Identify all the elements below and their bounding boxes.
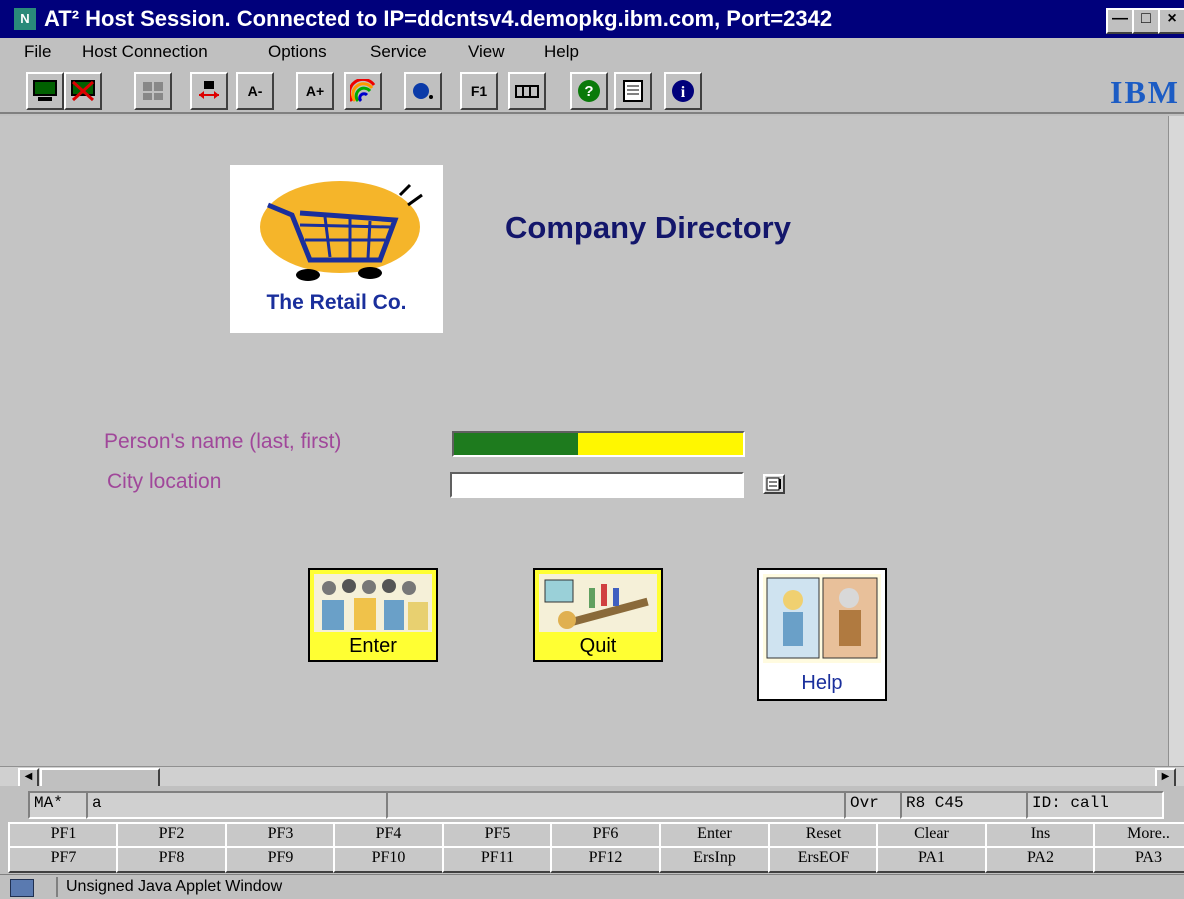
- pf9-button[interactable]: PF9: [225, 846, 336, 873]
- title-bar: N AT² Host Session. Connected to IP=ddcn…: [0, 0, 1184, 38]
- city-field[interactable]: [450, 472, 744, 498]
- app-icon: N: [14, 8, 36, 30]
- pf5-button[interactable]: PF5: [442, 822, 553, 849]
- pf4-button[interactable]: PF4: [333, 822, 444, 849]
- maximize-button[interactable]: □: [1132, 8, 1160, 34]
- info-icon[interactable]: i: [664, 72, 702, 110]
- menu-view[interactable]: View: [468, 42, 505, 62]
- retail-logo: The Retail Co.: [230, 165, 443, 333]
- enter-button[interactable]: Enter: [308, 568, 438, 662]
- ibm-logo: IBM: [1110, 74, 1180, 110]
- city-label: City location: [107, 470, 222, 493]
- pf8-button[interactable]: PF8: [116, 846, 227, 873]
- enter-button-label: Enter: [349, 635, 397, 657]
- menu-host-connection[interactable]: Host Connection: [82, 42, 208, 62]
- connect-icon[interactable]: [26, 72, 64, 110]
- pa3-button[interactable]: PA3: [1093, 846, 1184, 873]
- status-cursor: R8 C45: [900, 791, 1028, 819]
- name-field[interactable]: [452, 431, 745, 457]
- pf11-button[interactable]: PF11: [442, 846, 553, 873]
- status-bar: MA* a Ovr R8 C45 ID: call: [0, 786, 1184, 819]
- pf-key-panel: PF1 PF2 PF3 PF4 PF5 PF6 Enter Reset Clea…: [8, 822, 1184, 873]
- prompt-list-icon[interactable]: [763, 474, 785, 494]
- page-title: Company Directory: [505, 210, 791, 245]
- help-button-label: Help: [801, 672, 843, 694]
- name-label: Person's name (last, first): [104, 430, 342, 453]
- color-rainbow-icon[interactable]: [344, 72, 382, 110]
- menu-bar: File Host Connection Options Service Vie…: [0, 38, 1184, 66]
- name-field-filled: [454, 433, 579, 455]
- svg-text:i: i: [681, 84, 686, 101]
- window-title: AT² Host Session. Connected to IP=ddcnts…: [44, 6, 833, 31]
- pa1-button[interactable]: PA1: [876, 846, 987, 873]
- disconnect-icon[interactable]: [64, 72, 102, 110]
- function-key-button[interactable]: F1: [460, 72, 498, 110]
- erase-eof-button[interactable]: ErsEOF: [768, 846, 879, 873]
- pa2-button[interactable]: PA2: [985, 846, 1096, 873]
- status-message: [386, 791, 850, 819]
- font-larger-button[interactable]: A+: [296, 72, 334, 110]
- quit-image: [539, 574, 657, 632]
- pf7-button[interactable]: PF7: [8, 846, 119, 873]
- applet-divider: [56, 877, 58, 897]
- help-button[interactable]: Help: [757, 568, 887, 701]
- transfer-icon[interactable]: [190, 72, 228, 110]
- status-overwrite: Ovr: [844, 791, 908, 819]
- applet-warning-text: Unsigned Java Applet Window: [66, 878, 283, 895]
- pf12-button[interactable]: PF12: [550, 846, 661, 873]
- enter-key-button[interactable]: Enter: [659, 822, 770, 849]
- status-id: ID: call: [1026, 791, 1164, 819]
- pf3-button[interactable]: PF3: [225, 822, 336, 849]
- vertical-scrollbar[interactable]: [1168, 116, 1184, 766]
- logo-text: The Retail Co.: [266, 291, 407, 314]
- minimize-button[interactable]: —: [1106, 8, 1134, 34]
- close-button[interactable]: ×: [1158, 8, 1184, 34]
- clear-button[interactable]: Clear: [876, 822, 987, 849]
- menu-file[interactable]: File: [24, 42, 51, 62]
- pf2-button[interactable]: PF2: [116, 822, 227, 849]
- help-image: [763, 574, 881, 663]
- applet-key-icon: [10, 879, 34, 897]
- ins-button[interactable]: Ins: [985, 822, 1096, 849]
- crowd-image: [314, 574, 432, 632]
- status-mode: MA*: [28, 791, 94, 819]
- menu-options[interactable]: Options: [268, 42, 327, 62]
- pf1-button[interactable]: PF1: [8, 822, 119, 849]
- shopping-cart-icon: [260, 181, 423, 281]
- font-smaller-button[interactable]: A-: [236, 72, 274, 110]
- quit-button-label: Quit: [579, 635, 617, 657]
- more-button[interactable]: More..: [1093, 822, 1184, 849]
- quit-button[interactable]: Quit: [533, 568, 663, 662]
- horizontal-scrollbar[interactable]: ◀ ▶: [0, 766, 1184, 789]
- pf10-button[interactable]: PF10: [333, 846, 444, 873]
- reset-button[interactable]: Reset: [768, 822, 879, 849]
- status-input: a: [86, 791, 392, 819]
- copy-icon[interactable]: [134, 72, 172, 110]
- toolbar: A- A+ F1 ? i IBM: [0, 66, 1184, 114]
- help-icon[interactable]: ?: [570, 72, 608, 110]
- menu-help[interactable]: Help: [544, 42, 579, 62]
- pf6-button[interactable]: PF6: [550, 822, 661, 849]
- menu-service[interactable]: Service: [370, 42, 427, 62]
- document-icon[interactable]: [614, 72, 652, 110]
- applet-warning-bar: Unsigned Java Applet Window: [0, 874, 1184, 899]
- record-macro-icon[interactable]: [404, 72, 442, 110]
- keypad-icon[interactable]: [508, 72, 546, 110]
- svg-text:?: ?: [584, 83, 593, 100]
- erase-input-button[interactable]: ErsInp: [659, 846, 770, 873]
